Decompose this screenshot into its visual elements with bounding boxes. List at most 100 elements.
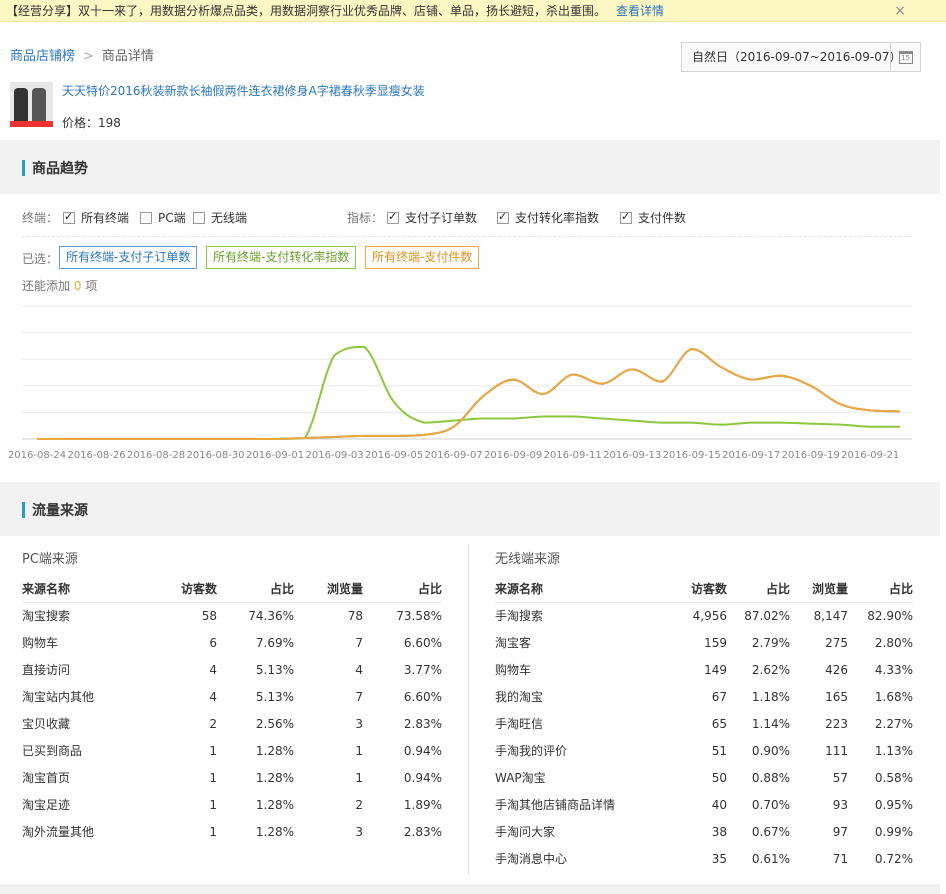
- table-row: 淘宝首页 1 1.28% 1 0.94%: [22, 764, 442, 791]
- date-range-picker[interactable]: 自然日（2016-09-07~2016-09-07） 15: [681, 42, 921, 72]
- value-cell: 40: [711, 797, 727, 812]
- x-tick-label: 2016-09-11: [544, 450, 602, 461]
- product-title[interactable]: 天天特价2016秋装新款长袖假两件连衣裙修身A字裙春秋季显瘦女装: [62, 82, 425, 99]
- add-more-count: 0: [73, 279, 82, 293]
- value-cell: 1.28%: [255, 797, 294, 812]
- source-name-cell: 手淘问大家: [495, 825, 556, 839]
- value-cell: 6: [209, 635, 217, 650]
- value-cell: 426: [825, 662, 848, 677]
- add-more-prefix: 还能添加: [22, 279, 71, 293]
- table-row: 淘外流量其他 1 1.28% 3 2.83%: [22, 818, 442, 845]
- value-cell: 67: [711, 689, 727, 704]
- source-name-cell: 淘宝足迹: [22, 798, 71, 812]
- value-cell: 159: [704, 635, 727, 650]
- trend-line-chart[interactable]: 2016-08-24 2016-08-26 2016-08-28 2016-08-30…: [0, 300, 946, 470]
- metric-orders-checkbox[interactable]: 支付子订单数: [387, 209, 477, 226]
- terminal-mobile-label: 无线端: [211, 211, 248, 225]
- source-name-cell: 宝贝收藏: [22, 717, 71, 731]
- value-cell: 1: [209, 824, 217, 839]
- table-row: 宝贝收藏 2 2.56% 3 2.83%: [22, 710, 442, 737]
- column-header: 访客数: [665, 576, 727, 603]
- metric-conversion-checkbox[interactable]: 支付转化率指数: [497, 209, 599, 226]
- terminal-label: 终端：: [22, 211, 59, 225]
- value-cell: 5.13%: [255, 689, 294, 704]
- value-cell: 1.68%: [874, 689, 913, 704]
- close-icon[interactable]: ×: [894, 0, 906, 22]
- source-name-cell: 淘宝客: [495, 636, 532, 650]
- value-cell: 111: [825, 743, 848, 758]
- footer-bar: [0, 884, 940, 894]
- table-row: 购物车 6 7.69% 7 6.60%: [22, 629, 442, 656]
- value-cell: 7.69%: [255, 635, 294, 650]
- source-name-cell: 手淘消息中心: [495, 852, 568, 866]
- column-header: 访客数: [162, 576, 217, 603]
- value-cell: 4: [209, 662, 217, 677]
- notice-detail-link[interactable]: 查看详情: [616, 4, 664, 18]
- add-more-hint: 还能添加 0 项: [22, 277, 97, 294]
- selected-chip-orders[interactable]: 所有终端-支付子订单数: [59, 246, 198, 269]
- value-cell: 1.28%: [255, 770, 294, 785]
- value-cell: 4,956: [692, 608, 727, 623]
- series-line-2: [37, 347, 901, 440]
- value-cell: 1.28%: [255, 743, 294, 758]
- value-cell: 2.83%: [403, 824, 442, 839]
- x-tick-label: 2016-09-01: [246, 450, 304, 461]
- source-name-cell: 淘外流量其他: [22, 825, 95, 839]
- value-cell: 0.90%: [751, 743, 790, 758]
- table-row: 淘宝站内其他 4 5.13% 7 6.60%: [22, 683, 442, 710]
- x-tick-label: 2016-09-21: [841, 450, 899, 461]
- checkbox-checked-icon: [387, 210, 399, 224]
- mobile-source-heading: 无线端来源: [495, 552, 561, 567]
- breadcrumb-shop-rank[interactable]: 商品店铺榜: [10, 49, 75, 64]
- terminal-all-checkbox[interactable]: 所有终端: [63, 209, 129, 226]
- value-cell: 71: [832, 851, 848, 866]
- value-cell: 58: [201, 608, 217, 623]
- x-tick-label: 2016-08-30: [186, 450, 244, 461]
- table-row: 淘宝足迹 1 1.28% 2 1.89%: [22, 791, 442, 818]
- checkbox-empty-icon: [140, 211, 152, 224]
- selected-chip-conversion[interactable]: 所有终端-支付转化率指数: [206, 246, 357, 269]
- value-cell: 87.02%: [744, 608, 790, 623]
- breadcrumb-current: 商品详情: [101, 49, 154, 64]
- trend-section-title: 商品趋势: [32, 161, 88, 177]
- terminal-mobile-checkbox[interactable]: 无线端: [193, 209, 247, 226]
- terminal-pc-checkbox[interactable]: PC端: [140, 209, 186, 226]
- checkbox-empty-icon: [193, 211, 205, 224]
- calendar-button[interactable]: 15: [890, 43, 920, 71]
- column-header: 浏览量: [294, 576, 363, 603]
- value-cell: 2.27%: [874, 716, 913, 731]
- value-cell: 51: [711, 743, 727, 758]
- value-cell: 165: [825, 689, 848, 704]
- value-cell: 4: [355, 662, 363, 677]
- calendar-icon: 15: [898, 50, 913, 64]
- value-cell: 35: [711, 851, 727, 866]
- value-cell: 1: [209, 797, 217, 812]
- product-thumbnail[interactable]: [10, 82, 53, 127]
- x-tick-label: 2016-09-19: [782, 450, 840, 461]
- x-tick-label: 2016-08-24: [8, 450, 66, 461]
- source-name-cell: 直接访问: [22, 663, 71, 677]
- source-name-cell: 淘宝站内其他: [22, 690, 95, 704]
- value-cell: 1: [355, 743, 363, 758]
- value-cell: 4: [209, 689, 217, 704]
- metric-items-checkbox[interactable]: 支付件数: [620, 209, 686, 226]
- source-name-cell: 淘宝首页: [22, 771, 71, 785]
- date-range-value: 自然日（2016-09-07~2016-09-07）: [692, 50, 902, 64]
- value-cell: 0.95%: [874, 797, 913, 812]
- x-tick-label: 2016-09-09: [484, 450, 542, 461]
- x-tick-label: 2016-09-15: [663, 450, 721, 461]
- metric-items-label: 支付件数: [638, 211, 687, 225]
- table-row: 直接访问 4 5.13% 4 3.77%: [22, 656, 442, 683]
- value-cell: 2.56%: [255, 716, 294, 731]
- column-header: 浏览量: [790, 576, 848, 603]
- selected-label: 已选：: [22, 252, 59, 266]
- table-row: 淘宝搜索 58 74.36% 78 73.58%: [22, 602, 442, 629]
- value-cell: 7: [355, 635, 363, 650]
- value-cell: 3.77%: [403, 662, 442, 677]
- table-row: 手淘我的评价 51 0.90% 111 1.13%: [495, 737, 913, 764]
- value-cell: 2: [209, 716, 217, 731]
- selected-chip-items[interactable]: 所有终端-支付件数: [365, 246, 480, 269]
- source-name-cell: 购物车: [22, 636, 59, 650]
- notice-text: 【经营分享】双十一来了，用数据分析爆点品类，用数据洞察行业优秀品牌、店铺、单品，…: [6, 4, 607, 18]
- value-cell: 6.60%: [403, 635, 442, 650]
